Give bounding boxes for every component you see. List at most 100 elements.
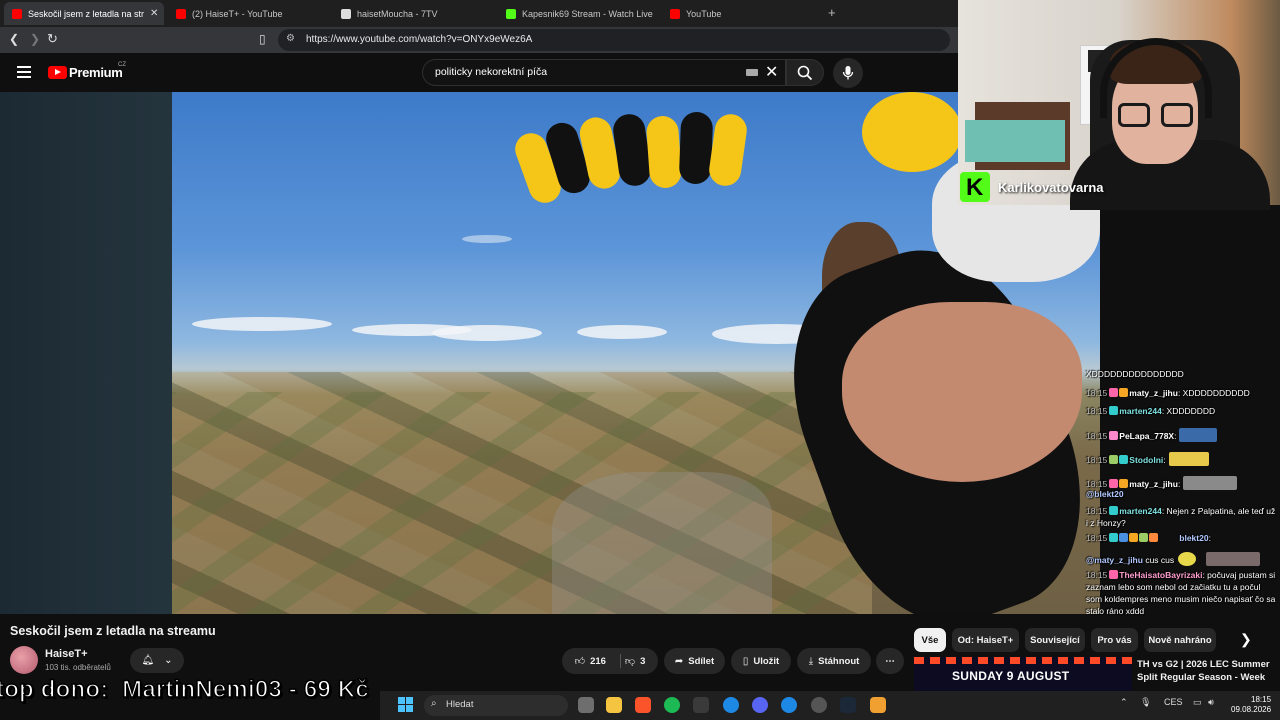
thumbs-down-icon: 👎︎ xyxy=(624,656,636,667)
tab-kick-stream[interactable]: Kapesnik69 Stream - Watch Live xyxy=(498,2,658,25)
chip-recently-uploaded[interactable]: Nově nahráno xyxy=(1144,628,1216,652)
file-explorer-icon[interactable] xyxy=(606,697,622,713)
like-count: 216 xyxy=(590,655,606,667)
app-icon[interactable] xyxy=(693,697,709,713)
taskbar-search-placeholder[interactable]: Hledat xyxy=(446,699,473,710)
channel-name[interactable]: HaiseT+ xyxy=(45,648,88,660)
url-text[interactable]: https://www.youtube.com/watch?v=ONYx9eWe… xyxy=(306,34,532,45)
spotify-icon[interactable] xyxy=(664,697,680,713)
sub-badge-icon xyxy=(1109,431,1119,440)
hamburger-menu-icon[interactable] xyxy=(17,66,31,78)
clear-search-icon[interactable]: ✕ xyxy=(765,62,778,82)
youtube-favicon-icon xyxy=(176,8,186,19)
tab-label: YouTube xyxy=(686,8,722,19)
recommended-title[interactable]: TH vs G2 | 2026 LEC Summer Split Regular… xyxy=(1137,658,1277,684)
chat-timestamp: 18:15 xyxy=(1086,533,1108,543)
chat-username: marten244 xyxy=(1119,506,1162,516)
chat-timestamp: 18:15 xyxy=(1086,431,1108,441)
back-icon[interactable]: ❮ xyxy=(9,32,19,46)
chat-timestamp: 18:15 xyxy=(1086,406,1108,416)
keyboard-icon[interactable] xyxy=(746,69,758,76)
kick-logo-icon xyxy=(960,172,990,202)
tab-label: (2) HaiseT+ - YouTube xyxy=(192,8,283,19)
chat-text: : XDDDDDDD xyxy=(1161,406,1216,416)
emote-image xyxy=(1178,552,1197,566)
top-donation-overlay: top dono: MartinNemi03 - 69 Kč xyxy=(0,675,369,704)
chat-message: 18:15 TheHaisatoBayrizaki: počuvaj pustam… xyxy=(1086,569,1276,617)
volume-icon[interactable]: 🔊︎ xyxy=(1208,697,1214,707)
chat-message: 18:15 PeLapa_778X: xyxy=(1086,428,1276,442)
emote-badge-icon xyxy=(1139,533,1149,542)
webcam-bedsheet xyxy=(965,120,1065,162)
chip-from-channel[interactable]: Od: HaiseT+ xyxy=(952,628,1019,652)
chip-all[interactable]: Vše xyxy=(914,628,946,652)
youtube-favicon-icon xyxy=(12,8,22,19)
emote-badge-icon xyxy=(1119,479,1129,488)
windows-start-icon[interactable] xyxy=(398,697,413,712)
youtube-premium-label[interactable]: Premium xyxy=(69,65,123,80)
sub-badge-icon xyxy=(1109,455,1119,464)
chat-text: : xyxy=(1174,431,1177,441)
share-icon: ➦ xyxy=(674,655,684,667)
language-indicator[interactable]: CES xyxy=(1164,697,1183,707)
chat-timestamp: 18:15 xyxy=(1086,455,1108,465)
bookmark-icon[interactable]: ▯ xyxy=(259,32,266,46)
chat-text: : xyxy=(1163,455,1166,465)
brave-browser-icon[interactable] xyxy=(635,697,651,713)
bookmark-icon: ▯ xyxy=(742,655,749,667)
dislike-button[interactable]: 👎︎ 3 xyxy=(624,655,645,668)
chat-username: PeLapa_778X xyxy=(1119,431,1175,441)
download-button[interactable]: ⤓ Stáhnout xyxy=(797,648,871,674)
share-button[interactable]: ➦ Sdílet xyxy=(664,648,725,674)
chat-username: TheHaisatoBayrizaki xyxy=(1119,570,1203,580)
search-button[interactable] xyxy=(786,59,824,86)
chevron-up-icon[interactable]: ⌃ xyxy=(1120,697,1128,707)
steam-icon[interactable] xyxy=(840,697,856,713)
new-tab-button[interactable]: + xyxy=(828,5,836,20)
chat-message: 18:15 blekt20: xyxy=(1086,532,1276,544)
chat-text: cus cus xyxy=(1142,555,1175,565)
chip-related[interactable]: Související xyxy=(1025,628,1085,652)
chat-text: : xyxy=(1208,533,1211,543)
chrome-app-icon[interactable] xyxy=(781,697,797,713)
task-view-icon[interactable] xyxy=(578,697,594,713)
tab-7tv[interactable]: haisetMoucha - 7TV xyxy=(333,2,493,25)
youtube-logo-icon[interactable] xyxy=(48,66,67,79)
sub-badge-icon xyxy=(1109,388,1119,397)
discord-icon[interactable] xyxy=(752,697,768,713)
obs-icon[interactable] xyxy=(811,697,827,713)
clock-date[interactable]: 09.08.2026 xyxy=(1231,705,1271,714)
search-icon: ⌕ xyxy=(431,698,437,709)
clock-time[interactable]: 18:15 xyxy=(1251,695,1271,704)
voice-search-button[interactable] xyxy=(833,58,863,88)
tab-haiset-channel[interactable]: (2) HaiseT+ - YouTube xyxy=(168,2,328,25)
save-button[interactable]: ▯ Uložit xyxy=(731,648,791,674)
channel-avatar[interactable] xyxy=(10,646,38,674)
chat-message: @blekt20 xyxy=(1086,488,1276,500)
tab-youtube[interactable]: YouTube xyxy=(662,2,822,25)
subscribed-button[interactable]: 🔔︎ ⌄ xyxy=(130,648,184,673)
chat-message: 18:15 marten244: XDDDDDDD xyxy=(1086,405,1276,417)
forward-icon[interactable]: ❯ xyxy=(30,32,40,46)
chip-for-you[interactable]: Pro vás xyxy=(1091,628,1138,652)
search-query[interactable]: politicky nekorektní píča xyxy=(435,66,547,78)
network-icon[interactable]: ▭ xyxy=(1193,697,1202,707)
emote-badge-icon xyxy=(1129,533,1139,542)
browser-tab-strip: Seskočil jsem z letadla na str ✕ (2) Hai… xyxy=(0,0,958,27)
reload-icon[interactable]: ↻ xyxy=(47,31,58,47)
system-tray: ⌃ 🎙︎ CES ▭ 🔊︎ xyxy=(1120,697,1214,708)
chevron-right-icon[interactable]: ❯ xyxy=(1240,631,1252,648)
site-info-icon[interactable]: ⚙ xyxy=(286,33,295,44)
more-actions-button[interactable]: ⋯ xyxy=(876,648,904,674)
close-tab-icon[interactable]: ✕ xyxy=(150,8,158,19)
video-title: Seskočil jsem z letadla na streamu xyxy=(10,624,216,638)
app-icon[interactable] xyxy=(870,697,886,713)
chrome-app-icon[interactable] xyxy=(723,697,739,713)
7tv-favicon-icon xyxy=(341,8,351,19)
tab-label: Seskočil jsem z letadla na str xyxy=(28,8,145,19)
streamer-name: Karlikovatovarna xyxy=(998,180,1104,195)
like-button[interactable]: 👍︎ 216 xyxy=(575,655,606,668)
emote-image xyxy=(1168,452,1209,466)
microphone-icon[interactable]: 🎙︎ xyxy=(1140,697,1151,707)
tab-active-video[interactable]: Seskočil jsem z letadla na str ✕ xyxy=(4,2,164,25)
